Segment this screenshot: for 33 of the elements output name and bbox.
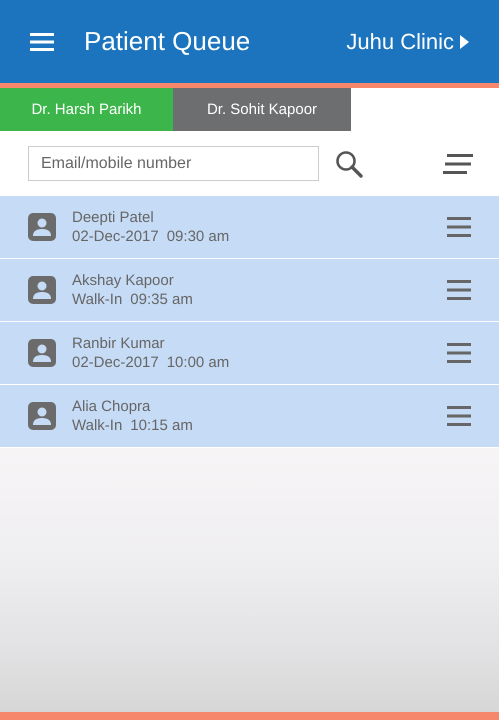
clinic-selector[interactable]: Juhu Clinic	[346, 28, 469, 54]
visit-type: Walk-In	[72, 290, 122, 309]
patient-name: Alia Chopra	[72, 397, 152, 416]
patient-name: Deepti Patel	[72, 208, 155, 227]
search-field[interactable]: Email/mobile number	[28, 146, 319, 181]
doctor-tab[interactable]: Dr. Harsh Parikh	[0, 88, 173, 131]
patient-row[interactable]: Alia Chopra Walk-In 10:15 am	[0, 385, 499, 447]
visit-type: Walk-In	[72, 416, 122, 435]
screen-title: Patient Queue	[84, 26, 252, 57]
menu-icon[interactable]	[447, 217, 471, 237]
appointment-time: 09:30 am	[166, 227, 230, 246]
menu-icon[interactable]	[447, 343, 471, 363]
appointment-time: 10:00 am	[166, 353, 230, 372]
person-icon	[28, 276, 56, 304]
menu-icon[interactable]	[447, 280, 471, 300]
person-icon	[28, 402, 56, 430]
person-icon	[28, 339, 56, 367]
sort-icon[interactable]	[443, 154, 473, 174]
appointment-time: 10:15 am	[130, 416, 193, 435]
patient-row[interactable]: Ranbir Kumar 02-Dec-2017 10:00 am	[0, 322, 499, 384]
menu-icon[interactable]	[447, 406, 471, 426]
visit-type: 02-Dec-2017	[72, 353, 159, 372]
patient-name: Ranbir Kumar	[72, 334, 166, 353]
patient-row[interactable]: Akshay Kapoor Walk-In 09:35 am	[0, 259, 499, 321]
search-icon[interactable]	[335, 150, 363, 178]
visit-type: 02-Dec-2017	[72, 227, 159, 246]
person-icon	[28, 213, 56, 241]
patient-name: Akshay Kapoor	[72, 271, 175, 290]
menu-icon[interactable]	[30, 32, 54, 52]
patient-row[interactable]: Deepti Patel 02-Dec-2017 09:30 am	[0, 196, 499, 258]
appointment-time: 09:35 am	[130, 290, 193, 309]
caret-icon	[460, 34, 469, 48]
doctor-tab[interactable]: Dr. Sohit Kapoor	[173, 88, 351, 131]
